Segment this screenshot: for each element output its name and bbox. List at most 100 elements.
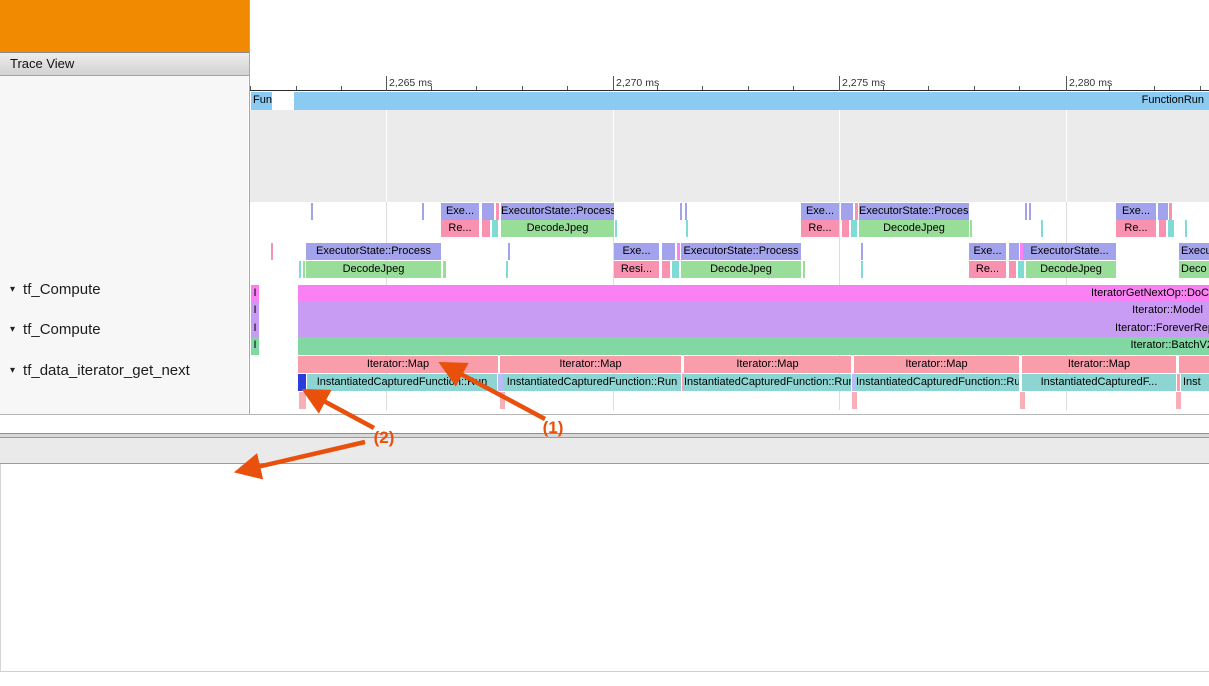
trace-slice[interactable] bbox=[492, 220, 498, 237]
selected-slice[interactable] bbox=[298, 374, 306, 391]
trace-slice[interactable]: FunctionRun bbox=[294, 92, 1209, 110]
trace-slice[interactable] bbox=[1169, 203, 1172, 220]
trace-slice[interactable] bbox=[686, 220, 688, 237]
trace-slice[interactable] bbox=[482, 203, 494, 220]
trace-slice[interactable]: Iterator::BatchV2 bbox=[298, 337, 1209, 355]
trace-slice[interactable]: InstantiatedCapturedFunction::Run bbox=[307, 374, 497, 391]
trace-slice[interactable] bbox=[508, 243, 510, 260]
trace-slice[interactable] bbox=[851, 220, 857, 237]
trace-slice[interactable]: I bbox=[251, 320, 259, 337]
ruler-major-tick bbox=[839, 76, 840, 91]
trace-slice[interactable] bbox=[970, 220, 972, 237]
trace-slice[interactable]: ExecutorState... bbox=[1023, 243, 1116, 260]
trace-slice[interactable]: Fun bbox=[251, 92, 272, 110]
trace-slice[interactable] bbox=[299, 392, 306, 409]
trace-slice[interactable] bbox=[1029, 203, 1031, 220]
trace-slice[interactable] bbox=[500, 392, 505, 409]
trace-slice[interactable]: Re... bbox=[801, 220, 839, 237]
trace-slice[interactable]: Exe... bbox=[1116, 203, 1156, 220]
trace-slice[interactable]: Iterator::Model bbox=[298, 302, 1209, 320]
trace-slice[interactable]: Exe... bbox=[441, 203, 479, 220]
sidebar-track-tf_Compute[interactable]: ▾tf_Compute bbox=[10, 281, 101, 299]
trace-slice[interactable] bbox=[1159, 220, 1166, 237]
trace-slice[interactable] bbox=[861, 261, 863, 278]
trace-slice[interactable] bbox=[1158, 203, 1168, 220]
trace-slice[interactable] bbox=[677, 243, 680, 260]
trace-slice[interactable] bbox=[506, 261, 508, 278]
trace-slice[interactable]: Re... bbox=[969, 261, 1006, 278]
trace-slice[interactable]: InstantiatedCapturedFunction::Run bbox=[684, 374, 851, 391]
trace-slice[interactable] bbox=[855, 203, 858, 220]
trace-slice[interactable]: ExecutorState::Process bbox=[306, 243, 441, 260]
trace-slice[interactable]: Iterator::Map bbox=[854, 356, 1019, 373]
trace-slice[interactable]: I bbox=[251, 302, 259, 320]
trace-slice[interactable] bbox=[299, 261, 301, 278]
trace-slice[interactable]: DecodeJpeg bbox=[681, 261, 801, 278]
trace-slice[interactable]: Iterator::Map bbox=[1022, 356, 1176, 373]
trace-slice[interactable] bbox=[303, 261, 305, 278]
trace-slice[interactable]: Inst bbox=[1181, 374, 1209, 391]
trace-slice[interactable]: DecodeJpeg bbox=[306, 261, 441, 278]
trace-slice[interactable] bbox=[841, 203, 853, 220]
trace-slice[interactable]: ExecutorState::Process bbox=[681, 243, 801, 260]
trace-slice[interactable] bbox=[685, 203, 687, 220]
trace-slice[interactable]: DecodeJpeg bbox=[501, 220, 614, 237]
trace-slice[interactable] bbox=[422, 203, 424, 220]
trace-slice[interactable]: Iterator::ForeverRep bbox=[298, 320, 1209, 337]
trace-slice[interactable]: ExecutorState::Process bbox=[859, 203, 969, 220]
trace-slice[interactable]: InstantiatedCapturedFunction::Run bbox=[503, 374, 681, 391]
trace-slice[interactable]: Deco bbox=[1179, 261, 1209, 278]
trace-slice[interactable] bbox=[311, 203, 313, 220]
expander-triangle-icon[interactable]: ▾ bbox=[10, 365, 15, 376]
trace-slice[interactable] bbox=[1185, 220, 1187, 237]
expander-triangle-icon[interactable]: ▾ bbox=[10, 324, 15, 335]
trace-slice[interactable]: Exe... bbox=[801, 203, 839, 220]
trace-slice[interactable] bbox=[1025, 203, 1027, 220]
trace-slice[interactable]: Iterator::Map bbox=[298, 356, 498, 373]
trace-slice[interactable] bbox=[615, 220, 617, 237]
trace-slice[interactable] bbox=[443, 261, 446, 278]
trace-slice[interactable] bbox=[861, 243, 863, 260]
trace-slice[interactable]: Iterator::Map bbox=[684, 356, 851, 373]
trace-slice[interactable] bbox=[672, 261, 679, 278]
trace-slice[interactable]: Resi... bbox=[614, 261, 659, 278]
trace-slice[interactable]: Re... bbox=[441, 220, 479, 237]
trace-slice[interactable]: Iterator::Map bbox=[500, 356, 681, 373]
trace-slice[interactable]: Exe... bbox=[614, 243, 659, 260]
trace-slice[interactable] bbox=[662, 243, 675, 260]
trace-slice[interactable]: I bbox=[251, 337, 259, 355]
time-ruler[interactable]: 2,265 ms2,270 ms2,275 ms2,280 ms bbox=[250, 76, 1209, 91]
trace-slice[interactable]: DecodeJpeg bbox=[1026, 261, 1116, 278]
expander-triangle-icon[interactable]: ▾ bbox=[10, 284, 15, 295]
trace-slice[interactable] bbox=[1009, 261, 1016, 278]
trace-slice[interactable] bbox=[1168, 220, 1174, 237]
trace-slice[interactable] bbox=[803, 261, 805, 278]
trace-slice[interactable] bbox=[482, 220, 490, 237]
trace-slice[interactable] bbox=[1177, 374, 1180, 391]
trace-slice[interactable] bbox=[271, 243, 273, 260]
sidebar-track-tf_data_iterator_get_next[interactable]: ▾tf_data_iterator_get_next bbox=[10, 362, 190, 380]
trace-slice[interactable]: DecodeJpeg bbox=[859, 220, 969, 237]
timeline-pane[interactable]: 2,265 ms2,270 ms2,275 ms2,280 ms Fun Func… bbox=[249, 0, 1209, 415]
trace-slice[interactable]: I bbox=[251, 285, 259, 302]
trace-slice[interactable] bbox=[1020, 392, 1025, 409]
trace-slice[interactable]: Re... bbox=[1116, 220, 1156, 237]
trace-slice[interactable] bbox=[1176, 392, 1181, 409]
ruler-tick-label: 2,270 ms bbox=[616, 77, 659, 89]
trace-slice[interactable] bbox=[496, 203, 499, 220]
trace-slice[interactable] bbox=[662, 261, 670, 278]
trace-slice[interactable]: IteratorGetNextOp::DoC bbox=[298, 285, 1209, 302]
trace-slice[interactable] bbox=[852, 392, 857, 409]
trace-slice[interactable] bbox=[1179, 356, 1209, 373]
sidebar-track-tf_Compute[interactable]: ▾tf_Compute bbox=[10, 321, 101, 339]
trace-slice[interactable] bbox=[1009, 243, 1019, 260]
trace-slice[interactable]: ExecutorState::Process bbox=[501, 203, 614, 220]
trace-slice[interactable] bbox=[680, 203, 682, 220]
trace-slice[interactable]: Exe... bbox=[969, 243, 1006, 260]
trace-slice[interactable] bbox=[842, 220, 849, 237]
trace-slice[interactable] bbox=[1018, 261, 1024, 278]
trace-slice[interactable]: Execut bbox=[1179, 243, 1209, 260]
trace-slice[interactable]: InstantiatedCapturedFunction::Run bbox=[856, 374, 1019, 391]
trace-slice[interactable] bbox=[1041, 220, 1043, 237]
trace-slice[interactable]: InstantiatedCapturedF... bbox=[1022, 374, 1176, 391]
